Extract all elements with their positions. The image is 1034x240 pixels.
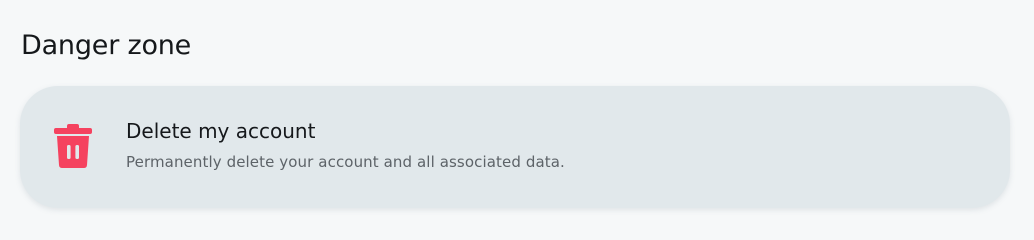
delete-account-description: Permanently delete your account and all …: [126, 153, 565, 171]
delete-account-title: Delete my account: [126, 119, 316, 143]
trash-icon: [54, 124, 92, 168]
delete-account-button[interactable]: Delete my account Permanently delete you…: [20, 86, 1010, 208]
page: Danger zone Delete my account Permanentl…: [0, 0, 1034, 224]
danger-zone-heading: Danger zone: [21, 30, 192, 61]
